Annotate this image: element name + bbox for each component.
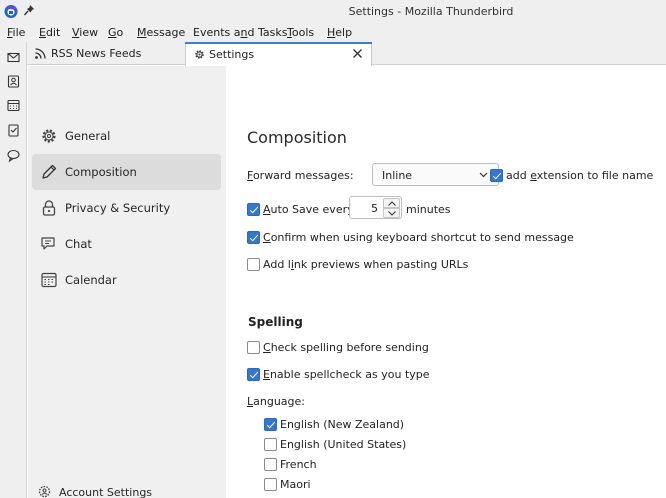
chat-icon[interactable] [6,148,21,163]
language-label-row: Language: [247,394,447,410]
forward-messages-row: Forward messages: Inline add extension t… [247,163,657,186]
menu-events-and-tasks[interactable]: Events and Tasks [193,26,287,39]
confirm-send-row: Confirm when using keyboard shortcut to … [247,230,647,246]
spellcheck-as-type-label: Enable spellcheck as you type [263,368,430,381]
language-label: Language: [247,395,306,408]
menu-tools[interactable]: Tools [287,26,314,39]
menu-edit[interactable]: Edit [39,26,60,39]
tab-label: Settings [209,48,255,61]
auto-save-interval-value[interactable]: 5 [350,202,382,215]
menu-bar: File Edit View Go Message Events and Tas… [0,22,666,42]
calendar-icon[interactable] [6,98,21,113]
language-label-english-nz: English (New Zealand) [280,418,405,431]
auto-save-label: Auto Save every [263,203,354,216]
confirm-send-checkbox[interactable] [247,231,260,244]
link-previews-checkbox[interactable] [247,258,260,271]
add-extension-checkbox[interactable] [490,169,503,182]
auto-save-row: Auto Save every 5 minutes [247,196,547,219]
close-icon[interactable] [352,48,363,59]
tab-rss-news-feeds[interactable]: RSS News Feeds [27,42,185,65]
section-title-spelling: Spelling [248,315,303,329]
chevron-down-icon [479,172,488,178]
account-settings-icon [38,485,51,498]
check-spelling-label: Check spelling before sending [263,341,429,354]
sidebar-item-privacy-security[interactable]: Privacy & Security [32,190,221,226]
menu-go[interactable]: Go [108,26,123,39]
language-item: English (New Zealand) [264,417,564,433]
check-spelling-row: Check spelling before sending [247,340,647,356]
chat-icon [41,237,55,250]
sidebar-item-composition[interactable]: Composition [32,154,221,190]
link-previews-label: Add link previews when pasting URLs [263,258,469,271]
language-checkbox-maori[interactable] [264,478,277,491]
gear-icon [42,129,56,143]
account-settings-link[interactable]: Account Settings [36,484,186,498]
language-item: English (United States) [264,437,564,453]
title-bar: Settings - Mozilla Thunderbird [0,0,666,22]
stepper-up-button[interactable] [383,198,400,208]
language-label-english-us: English (United States) [280,438,407,451]
add-extension-label: add extension to file name [506,169,654,182]
spaces-toolbar [0,42,27,498]
sidebar-item-label: Composition [65,165,137,179]
sidebar-item-label: Calendar [65,273,117,287]
sidebar-item-label: Privacy & Security [65,201,171,215]
menu-view[interactable]: View [72,26,98,39]
sidebar-item-label: Chat [65,237,92,251]
tasks-icon[interactable] [6,123,21,138]
stepper-down-button[interactable] [383,208,400,218]
language-label-french: French [280,458,317,471]
sidebar-item-label: General [65,129,111,143]
language-label-maori: Maori [280,478,311,491]
sidebar-item-general[interactable]: General [32,118,221,154]
calendar-icon [41,272,57,288]
spellcheck-as-type-row: Enable spellcheck as you type [247,367,647,383]
forward-messages-label: Forward messages: [247,169,354,182]
sidebar-item-calendar[interactable]: Calendar [32,262,221,298]
menu-help[interactable]: Help [327,26,352,39]
settings-sidebar: General Composition Privacy & Security C… [28,66,226,498]
language-checkbox-french[interactable] [264,458,277,471]
pencil-icon [42,164,57,179]
lock-icon [42,200,56,216]
auto-save-interval-stepper[interactable]: 5 [349,196,402,219]
forward-messages-select[interactable]: Inline [372,163,499,186]
link-previews-row: Add link previews when pasting URLs [247,257,647,273]
language-checkbox-english-us[interactable] [264,438,277,451]
spellcheck-as-type-checkbox[interactable] [247,368,260,381]
chevron-up-icon [388,201,396,206]
rss-icon [35,48,46,59]
sidebar-item-chat[interactable]: Chat [32,226,221,262]
tab-label: RSS News Feeds [51,47,142,60]
language-item: Maori [264,477,564,493]
mail-icon[interactable] [6,50,21,65]
window-title: Settings - Mozilla Thunderbird [348,5,514,18]
language-checkbox-english-nz[interactable] [264,418,277,431]
tab-settings[interactable]: Settings [185,42,372,66]
auto-save-unit: minutes [406,203,451,216]
menu-message[interactable]: Message [137,26,185,39]
settings-content: Composition Forward messages: Inline add… [226,66,666,498]
gear-icon [195,50,204,59]
chevron-down-icon [388,211,396,216]
menu-file[interactable]: File [7,26,25,39]
language-item: French [264,457,564,473]
auto-save-checkbox[interactable] [247,203,260,216]
section-title-composition: Composition [247,128,347,147]
check-spelling-checkbox[interactable] [247,341,260,354]
address-book-icon[interactable] [6,74,21,89]
account-settings-label: Account Settings [59,486,153,498]
tab-strip: RSS News Feeds Settings [27,42,666,66]
confirm-send-label: Confirm when using keyboard shortcut to … [263,231,574,244]
